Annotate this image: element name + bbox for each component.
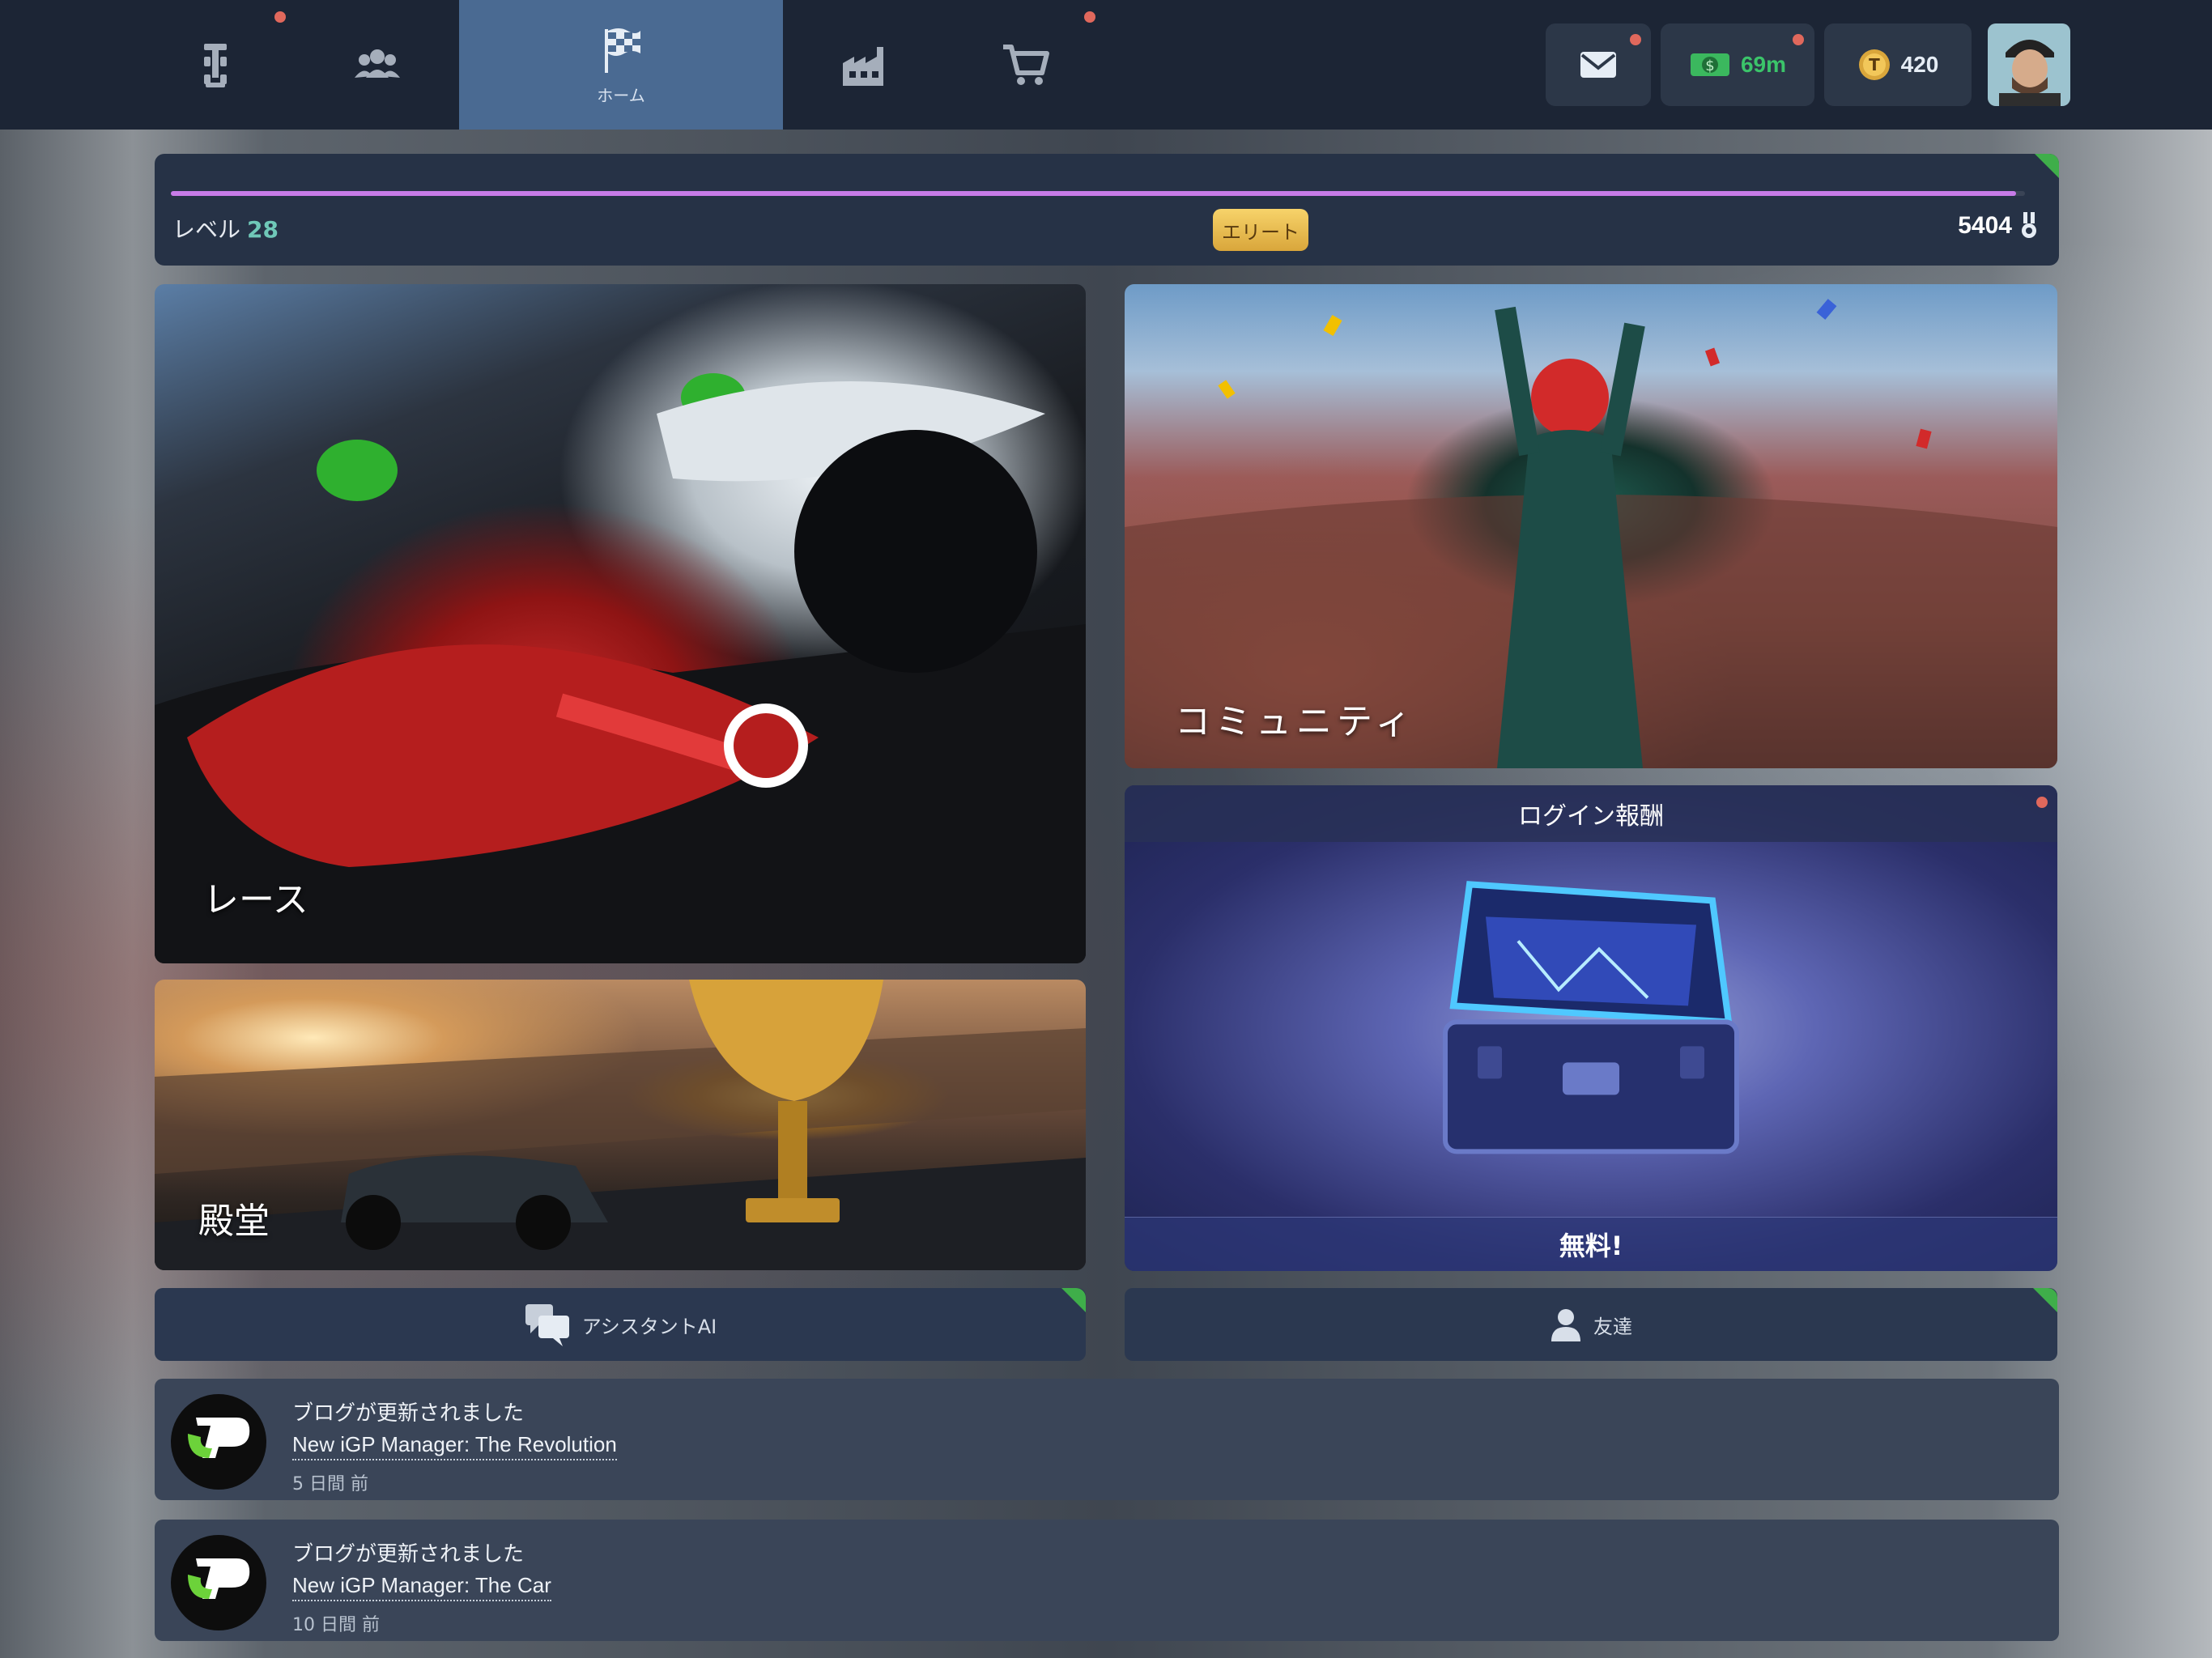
notification-dot bbox=[1793, 34, 1804, 45]
nav-car-tab[interactable] bbox=[134, 0, 296, 130]
mail-icon bbox=[1580, 52, 1616, 78]
notification-dot bbox=[274, 11, 286, 23]
people-group-icon bbox=[355, 49, 400, 78]
friends-label: 友達 bbox=[1593, 1315, 1632, 1338]
friends-button[interactable]: 友達 bbox=[1125, 1288, 2057, 1361]
notification-dot bbox=[1630, 34, 1641, 45]
top-navigation-bar: ホーム $ 69m T 420 bbox=[0, 0, 2212, 130]
hall-of-fame-card[interactable]: 殿堂 bbox=[155, 980, 1086, 1270]
community-card[interactable]: コミュニティ bbox=[1125, 284, 2057, 768]
level-label: レベル bbox=[172, 216, 241, 243]
blog-timestamp: 5 日間 前 bbox=[292, 1474, 368, 1494]
points-display: 5404 bbox=[1958, 212, 2038, 240]
blog-entry[interactable]: ブログが更新されました New iGP Manager: The Revolut… bbox=[155, 1379, 2059, 1500]
igp-manager-logo bbox=[171, 1394, 266, 1490]
level-progress-bar bbox=[171, 191, 2025, 196]
token-balance[interactable]: T 420 bbox=[1824, 23, 1972, 106]
nav-shop-tab[interactable] bbox=[945, 0, 1107, 130]
blog-title-link[interactable]: New iGP Manager: The Car bbox=[292, 1573, 551, 1601]
hall-of-fame-artwork bbox=[155, 980, 1086, 1270]
race-car-artwork bbox=[155, 373, 1086, 963]
chat-bubbles-icon bbox=[525, 1304, 569, 1346]
token-value: 420 bbox=[1900, 52, 1939, 77]
nav-home-tab[interactable]: ホーム bbox=[459, 0, 783, 130]
level-progress-fill bbox=[171, 191, 2016, 196]
shopping-cart-icon bbox=[1003, 45, 1049, 85]
hall-of-fame-title: 殿堂 bbox=[198, 1201, 270, 1242]
login-reward-footer: 無料! bbox=[1125, 1217, 2057, 1271]
medal-icon bbox=[2022, 212, 2036, 238]
nav-factory-tab[interactable] bbox=[783, 0, 945, 130]
money-value: 69m bbox=[1740, 52, 1787, 77]
igp-manager-logo bbox=[171, 1535, 266, 1630]
blog-title-link[interactable]: New iGP Manager: The Revolution bbox=[292, 1432, 617, 1460]
avatar-image bbox=[1988, 23, 2070, 106]
race-card[interactable]: レース bbox=[155, 284, 1086, 963]
svg-text:$: $ bbox=[1705, 57, 1714, 74]
corner-indicator bbox=[2035, 154, 2059, 178]
race-card-title: レース bbox=[203, 879, 308, 920]
factory-icon bbox=[843, 47, 883, 86]
blog-heading: ブログが更新されました bbox=[292, 1401, 525, 1426]
svg-text:T: T bbox=[1869, 55, 1880, 74]
corner-indicator bbox=[1061, 1288, 1086, 1312]
tier-badge: エリート bbox=[1213, 209, 1308, 251]
login-reward-card[interactable]: ログイン報酬 無料! bbox=[1125, 785, 2057, 1271]
nav-team-tab[interactable] bbox=[296, 0, 458, 130]
blog-entry[interactable]: ブログが更新されました New iGP Manager: The Car 10 … bbox=[155, 1520, 2059, 1641]
login-reward-header: ログイン報酬 bbox=[1125, 785, 2057, 842]
corner-indicator bbox=[2033, 1288, 2057, 1312]
money-icon: $ bbox=[1690, 53, 1729, 76]
level-number: 28 bbox=[247, 216, 279, 243]
assistant-ai-button[interactable]: アシスタントAI bbox=[155, 1288, 1086, 1361]
blog-timestamp: 10 日間 前 bbox=[292, 1615, 380, 1635]
assistant-ai-label: アシスタントAI bbox=[581, 1315, 717, 1338]
treasure-chest-icon bbox=[1443, 881, 1739, 1154]
checkered-flag-icon bbox=[605, 28, 640, 73]
community-card-title: コミュニティ bbox=[1175, 701, 1416, 742]
notification-dot bbox=[2036, 797, 2048, 808]
blog-heading: ブログが更新されました bbox=[292, 1542, 525, 1567]
money-balance[interactable]: $ 69m bbox=[1661, 23, 1814, 106]
user-avatar[interactable] bbox=[1988, 23, 2070, 106]
level-label-group: レベル 28 bbox=[172, 212, 279, 244]
person-icon bbox=[1551, 1309, 1580, 1341]
points-value: 5404 bbox=[1958, 212, 2012, 239]
race-car-icon bbox=[204, 44, 227, 87]
level-panel[interactable]: レベル 28 エリート 5404 bbox=[155, 154, 2059, 266]
nav-home-label: ホーム bbox=[597, 85, 645, 105]
token-coin-icon: T bbox=[1858, 49, 1890, 80]
